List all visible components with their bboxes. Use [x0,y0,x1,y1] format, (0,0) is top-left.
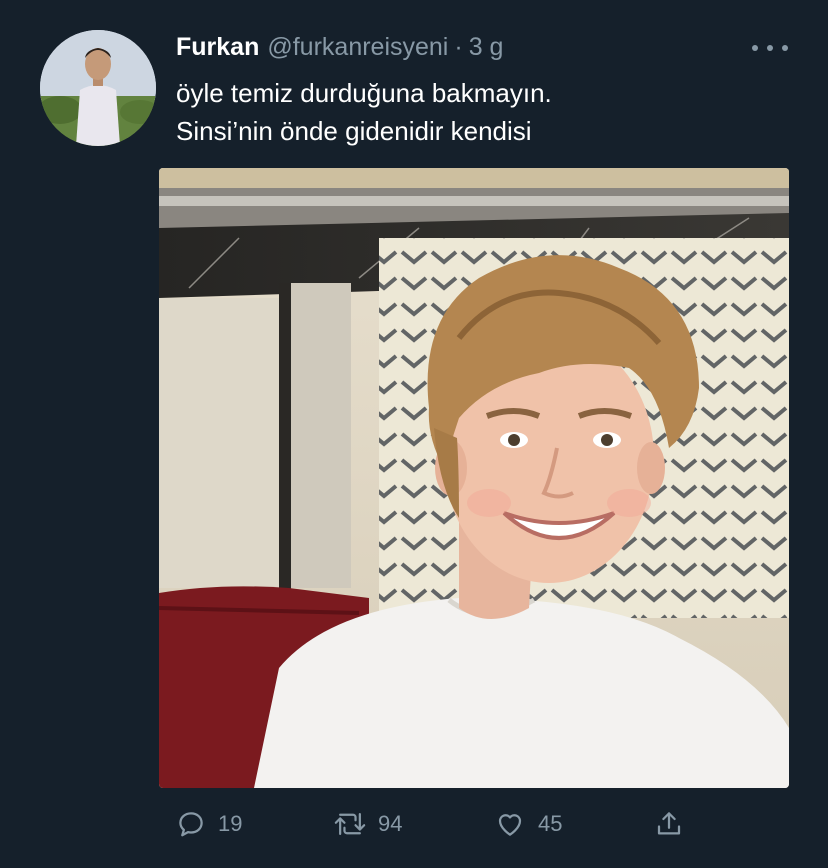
retweet-count: 94 [378,811,403,836]
tweet-text-line: öyle temiz durduğuna bakmayın. [176,78,552,108]
share-icon [654,809,684,839]
reply-count: 19 [218,811,243,836]
tweet-time[interactable]: 3 g [469,30,504,64]
tweet-media-image[interactable] [159,168,789,788]
retweet-icon [334,809,366,839]
author-name[interactable]: Furkan [176,30,259,64]
tweet-text: öyle temiz durduğuna bakmayın. Sinsi’nin… [176,74,776,150]
like-button[interactable]: 45 [494,802,562,846]
tweet-actions: 19 94 45 [176,802,696,846]
separator-dot: · [454,33,463,61]
share-button[interactable] [654,802,684,846]
like-count: 45 [538,811,563,836]
reply-button[interactable]: 19 [176,802,242,846]
tweet-text-line: Sinsi’nin önde gidenidir kendisi [176,116,532,146]
heart-icon [494,809,526,839]
more-horizontal-icon[interactable] [752,36,788,60]
tweet[interactable]: Furkan @furkanreisyeni · 3 g öyle temiz … [0,0,828,868]
tweet-header: Furkan @furkanreisyeni · 3 g [176,30,503,64]
author-handle[interactable]: @furkanreisyeni [267,30,448,64]
reply-icon [176,809,206,839]
retweet-button[interactable]: 94 [334,802,402,846]
avatar[interactable] [40,30,156,146]
